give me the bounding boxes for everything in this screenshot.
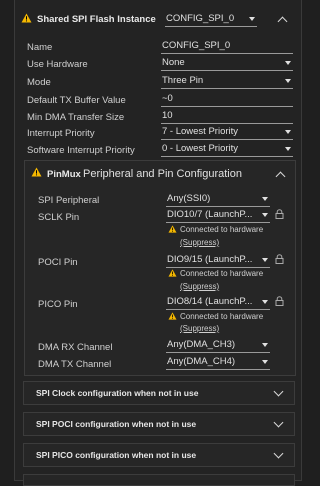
suppress-link[interactable]: (Suppress): [180, 324, 219, 333]
dma-tx-select[interactable]: Any(DMA_CH4): [166, 355, 270, 370]
section-title: SPI PICO configuration when not in use: [36, 450, 197, 460]
expand-chevron-icon[interactable]: [273, 448, 284, 459]
chevron-down-icon: [249, 17, 255, 21]
lock-icon[interactable]: [275, 296, 284, 306]
instance-select[interactable]: CONFIG_SPI_0: [165, 12, 257, 27]
hardware-note: Connected to hardware: [180, 269, 264, 278]
mode-select[interactable]: Three Pin: [161, 74, 293, 89]
chevron-down-icon: [262, 197, 268, 201]
suppress-link[interactable]: (Suppress): [180, 238, 219, 247]
pin-label-dma-tx: DMA TX Channel: [38, 359, 112, 370]
section-spi-clock-unused[interactable]: SPI Clock configuration when not in use: [23, 381, 295, 405]
name-input[interactable]: CONFIG_SPI_0: [161, 39, 293, 54]
panel-title: Shared SPI Flash Instance: [37, 14, 156, 25]
section-title: SPI Clock configuration when not in use: [36, 388, 199, 398]
section-partial[interactable]: [23, 474, 295, 486]
field-label-sw-interrupt-priority: Software Interrupt Priority: [27, 145, 135, 156]
chevron-down-icon: [285, 130, 291, 134]
shared-spi-flash-panel: Shared SPI Flash Instance CONFIG_SPI_0 N…: [14, 0, 302, 486]
hardware-note: Connected to hardware: [180, 225, 264, 234]
interrupt-priority-select[interactable]: 7 - Lowest Priority: [161, 125, 293, 140]
field-label-interrupt-priority: Interrupt Priority: [27, 128, 95, 139]
section-spi-pico-unused[interactable]: SPI PICO configuration when not in use: [23, 443, 295, 467]
chevron-down-icon: [262, 300, 268, 304]
field-label-mode: Mode: [27, 77, 51, 88]
min-dma-size-input[interactable]: 10: [161, 109, 293, 124]
collapse-chevron-icon[interactable]: [275, 171, 286, 182]
collapse-chevron-icon[interactable]: [277, 16, 288, 27]
section-title: SPI POCI configuration when not in use: [36, 419, 197, 429]
expand-chevron-icon[interactable]: [273, 386, 284, 397]
warning-icon: [21, 13, 32, 26]
pin-label-poci: POCI Pin: [38, 257, 78, 268]
warning-icon: [168, 312, 177, 323]
section-spi-poci-unused[interactable]: SPI POCI configuration when not in use: [23, 412, 295, 436]
warning-icon: [168, 225, 177, 236]
sclk-pin-select[interactable]: DIO10/7 (LaunchP...: [166, 208, 270, 223]
default-tx-buffer-input[interactable]: ~0: [161, 92, 293, 107]
lock-icon[interactable]: [275, 209, 284, 219]
field-label-use-hardware: Use Hardware: [27, 59, 88, 70]
expand-chevron-icon[interactable]: [273, 417, 284, 428]
chevron-down-icon: [285, 61, 291, 65]
chevron-down-icon: [262, 360, 268, 364]
lock-icon[interactable]: [275, 254, 284, 264]
poci-pin-select[interactable]: DIO9/15 (LaunchP...: [166, 253, 270, 268]
use-hardware-select[interactable]: None: [161, 56, 293, 71]
spi-peripheral-select[interactable]: Any(SSI0): [166, 192, 270, 207]
panel-header[interactable]: Shared SPI Flash Instance CONFIG_SPI_0: [15, 0, 301, 38]
pin-label-spi-peripheral: SPI Peripheral: [38, 195, 100, 206]
chevron-down-icon: [262, 343, 268, 347]
warning-icon: [168, 269, 177, 280]
pin-label-pico: PICO Pin: [38, 299, 78, 310]
sw-interrupt-priority-select[interactable]: 0 - Lowest Priority: [161, 142, 293, 157]
pinmux-section: PinMux Peripheral and Pin Configuration …: [24, 160, 296, 376]
pin-label-sclk: SCLK Pin: [38, 212, 80, 223]
field-label-name: Name: [27, 42, 53, 53]
chevron-down-icon: [262, 258, 268, 262]
field-label-default-tx-buffer: Default TX Buffer Value: [27, 95, 126, 106]
chevron-down-icon: [285, 79, 291, 83]
hardware-note: Connected to hardware: [180, 312, 264, 321]
pico-pin-select[interactable]: DIO8/14 (LaunchP...: [166, 295, 270, 310]
warning-icon: [31, 167, 42, 180]
suppress-link[interactable]: (Suppress): [180, 282, 219, 291]
chevron-down-icon: [262, 213, 268, 217]
field-label-min-dma-size: Min DMA Transfer Size: [27, 112, 125, 123]
chevron-down-icon: [285, 147, 291, 151]
dma-rx-select[interactable]: Any(DMA_CH3): [166, 338, 270, 353]
pin-label-dma-rx: DMA RX Channel: [38, 342, 113, 353]
pinmux-subtitle: Peripheral and Pin Configuration: [83, 168, 242, 180]
pinmux-title: PinMux: [47, 169, 81, 180]
